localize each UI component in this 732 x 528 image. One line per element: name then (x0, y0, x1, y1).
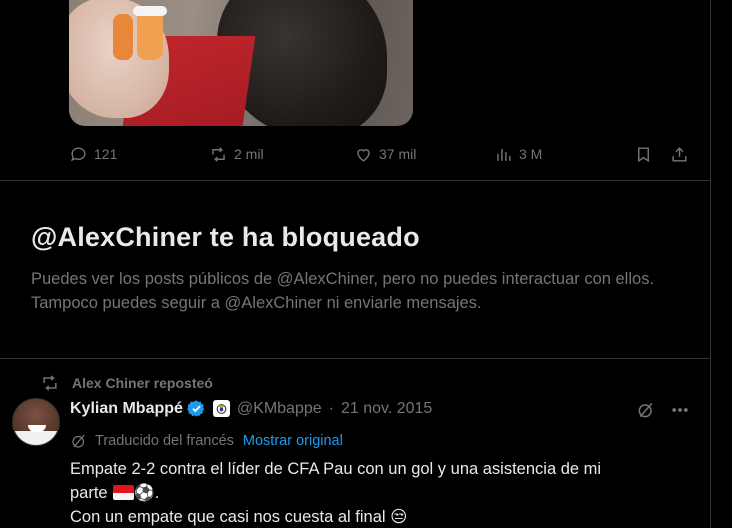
repost-count: 2 mil (234, 146, 264, 162)
like-count: 37 mil (379, 146, 417, 162)
tweet-text-line-2: parte ⚽. (70, 481, 670, 505)
avatar[interactable] (12, 398, 60, 446)
media-object-1 (113, 14, 133, 60)
divider-bottom (0, 358, 711, 359)
post-media-image[interactable] (69, 0, 413, 126)
blocked-title: @AlexChiner te ha bloqueado (31, 222, 420, 252)
repost-icon (43, 375, 57, 391)
more-options-icon[interactable] (670, 400, 690, 420)
media-object-cap (133, 6, 167, 16)
share-icon (672, 146, 687, 162)
views-button[interactable]: 3 M (494, 140, 542, 168)
tweet-text-line-1: Empate 2-2 contra el líder de CFA Pau co… (70, 460, 602, 478)
repost-icon (212, 146, 225, 162)
bookmark-button[interactable] (634, 140, 653, 168)
avatar-shirt (13, 431, 59, 445)
post-action-bar: 121 2 mil 37 mil 3 M (69, 140, 691, 168)
tweet-top-actions (636, 400, 690, 420)
divider-top (0, 180, 711, 181)
meta-separator: · (328, 399, 334, 417)
views-chart-icon (497, 148, 511, 161)
grok-icon[interactable] (636, 400, 656, 420)
author-name[interactable]: Kylian Mbappé (70, 400, 183, 418)
blocked-description: Puedes ver los posts públicos de @AlexCh… (31, 270, 655, 312)
repost-button[interactable]: 2 mil (209, 140, 264, 168)
reply-button[interactable]: 121 (69, 140, 117, 168)
tweet-text-line-2b: . (154, 484, 160, 502)
author-handle[interactable]: @KMbappe (237, 400, 322, 418)
tweet-date[interactable]: 21 nov. 2015 (341, 400, 432, 418)
like-button[interactable]: 37 mil (354, 140, 416, 168)
repost-context[interactable]: Alex Chiner reposteó (40, 373, 213, 393)
timeline-column: 121 2 mil 37 mil 3 M @AlexChiner te ha b… (0, 0, 711, 528)
show-original-link[interactable]: Mostrar original (243, 433, 343, 449)
translation-row: Traducido del francés Mostrar original (70, 432, 343, 450)
repost-context-label: Alex Chiner reposteó (72, 375, 213, 391)
bookmark-icon (638, 146, 649, 162)
tweet-text: Empate 2-2 contra el líder de CFA Pau co… (70, 457, 670, 528)
translate-icon (72, 434, 85, 448)
monaco-flag-icon (113, 485, 135, 500)
views-count: 3 M (519, 146, 543, 162)
heart-icon (357, 148, 370, 162)
unamused-face-icon: 😒 (390, 507, 408, 526)
verified-badge-icon (187, 400, 205, 417)
soccer-ball-icon: ⚽ (134, 483, 155, 502)
tweet-text-line-3-text: Con un empate que casi nos cuesta al fin… (70, 508, 386, 526)
reply-icon (70, 146, 86, 161)
tweet-header: Kylian Mbappé @KMbappe · 21 nov. 2015 (70, 399, 432, 418)
reply-count: 121 (94, 146, 118, 162)
club-crest-icon (212, 400, 230, 417)
tweet-text-line-3: Con un empate que casi nos cuesta al fin… (70, 505, 670, 528)
share-button[interactable] (670, 140, 689, 168)
tweet-text-line-2a: parte (70, 484, 108, 502)
translated-label: Traducido del francés (95, 433, 234, 449)
